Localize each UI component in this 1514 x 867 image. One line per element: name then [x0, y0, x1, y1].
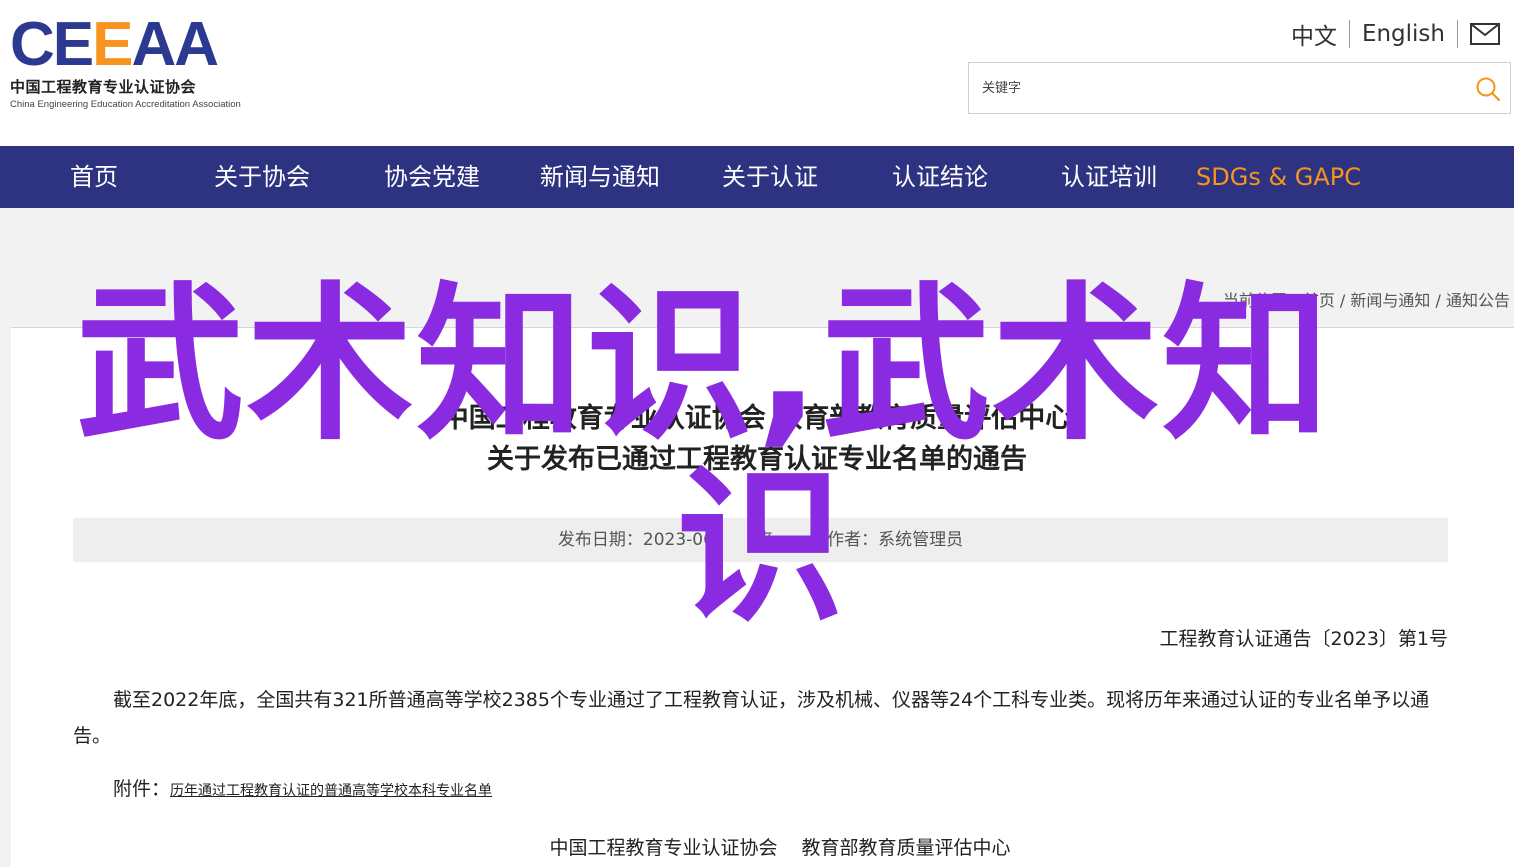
search-input[interactable] [969, 63, 1459, 113]
logo-name-en: China Engineering Education Accreditatio… [10, 99, 241, 110]
attachment-link[interactable]: 历年通过工程教育认证的普通高等学校本科专业名单 [170, 783, 492, 799]
document-number: 工程教育认证通告〔2023〕第1号 [1159, 628, 1448, 650]
lang-divider [1348, 20, 1350, 48]
nav-item-conclusions[interactable]: 认证结论 [892, 146, 988, 208]
breadcrumb-separator: / [1334, 291, 1351, 310]
breadcrumb-home-link[interactable]: 首页 [1303, 291, 1335, 310]
article-signers: 中国工程教育专业认证协会 教育部教育质量评估中心 [0, 833, 1514, 860]
breadcrumb-section-link[interactable]: 新闻与通知 [1350, 291, 1430, 310]
language-switcher: 中文 English [1291, 18, 1500, 50]
attachment: 附件：历年通过工程教育认证的普通高等学校本科专业名单 [113, 774, 492, 801]
nav-item-party[interactable]: 协会党建 [384, 146, 480, 208]
article-title-line1: 中国工程教育专业认证协会 教育部教育质量评估中心 [441, 403, 1073, 434]
site-logo[interactable]: CEEAA 中国工程教育专业认证协会 China Engineering Edu… [10, 14, 270, 114]
lang-zh-link[interactable]: 中文 [1291, 17, 1337, 51]
nav-item-about[interactable]: 关于协会 [214, 146, 310, 208]
search-icon[interactable] [1474, 75, 1502, 103]
signer-2: 教育部教育质量评估中心 [801, 837, 1011, 859]
article-paragraph: 截至2022年底，全国共有321所普通高等学校2385个专业通过了工程教育认证，… [73, 689, 1430, 747]
lang-en-link[interactable]: English [1362, 21, 1445, 47]
search-box [968, 62, 1511, 114]
breadcrumb-separator: / [1430, 291, 1446, 310]
logo-mark-aa: AA [131, 10, 220, 79]
breadcrumb: 当前位置：首页 / 新闻与通知 / 通知公告 [1223, 287, 1510, 311]
main-nav: 首页 关于协会 协会党建 新闻与通知 关于认证 认证结论 认证培训 SDGs &… [0, 146, 1514, 208]
logo-mark: CEEAA [10, 14, 270, 76]
breadcrumb-prefix: 当前位置： [1222, 291, 1303, 310]
attachment-label: 附件： [113, 778, 171, 800]
nav-item-home[interactable]: 首页 [70, 146, 118, 208]
logo-mark-e: E [92, 10, 133, 79]
logo-name-cn: 中国工程教育专业认证协会 [10, 78, 197, 96]
article-meta: 发布日期：2023-06- 来 作者：系统管理员 [73, 518, 1448, 562]
nav-item-news[interactable]: 新闻与通知 [540, 146, 660, 208]
meta-source: 来 [756, 530, 774, 550]
nav-item-sdgs[interactable]: SDGs & GAPC [1196, 146, 1361, 208]
nav-item-training[interactable]: 认证培训 [1061, 146, 1157, 208]
logo-mark-ce: CE [10, 10, 94, 79]
article-title-line2: 关于发布已通过工程教育认证专业名单的通告 [487, 444, 1027, 475]
nav-item-accreditation[interactable]: 关于认证 [722, 146, 818, 208]
signer-1: 中国工程教育专业认证协会 [549, 837, 778, 859]
mail-icon[interactable] [1470, 23, 1500, 45]
lang-divider [1457, 20, 1458, 48]
site-header: CEEAA 中国工程教育专业认证协会 China Engineering Edu… [0, 0, 1514, 146]
breadcrumb-current-link[interactable]: 通知公告 [1446, 291, 1510, 310]
meta-author: 作者：系统管理员 [827, 530, 964, 550]
meta-date: 发布日期：2023-06- [557, 530, 721, 550]
